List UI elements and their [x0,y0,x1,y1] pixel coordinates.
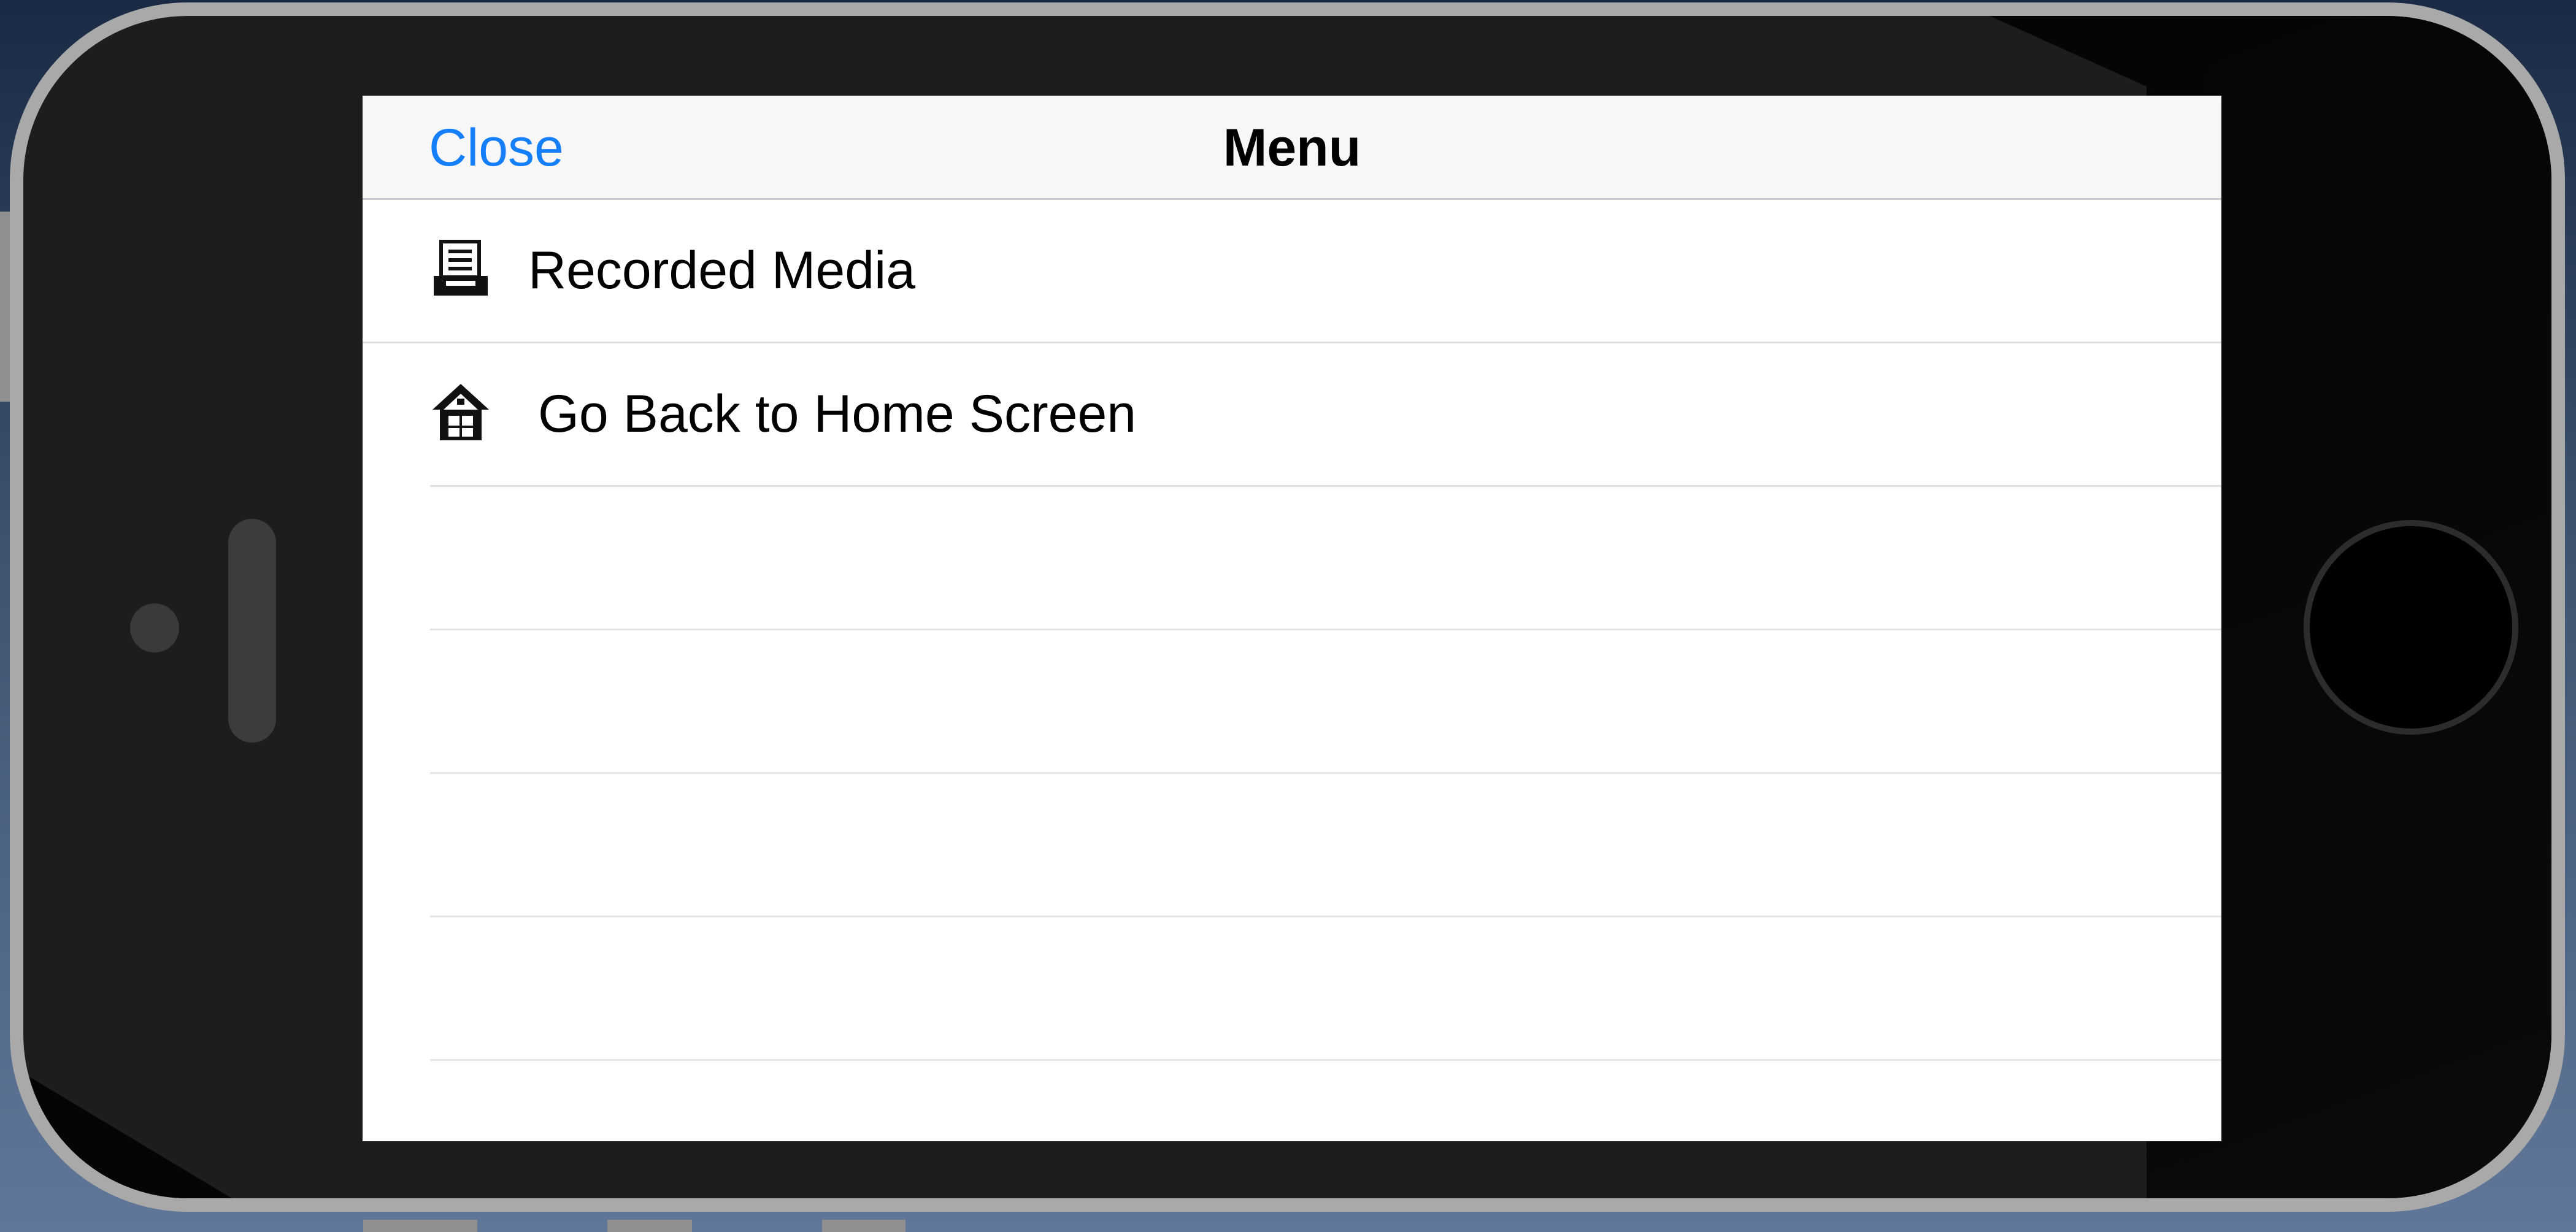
empty-row [430,487,2221,630]
empty-row [430,630,2221,774]
page-title: Menu [1223,118,1361,177]
menu-item-label: Go Back to Home Screen [538,385,1137,443]
home-button[interactable] [2304,520,2518,735]
menu-item-label: Recorded Media [528,241,916,300]
empty-row [430,774,2221,917]
navigation-bar: Menu Close [363,96,2221,200]
device-side-button [363,1220,477,1232]
menu-item-home-screen[interactable]: Go Back to Home Screen [430,343,2221,487]
app-screen: Menu Close Recorded Media Go Back to Hom… [363,96,2221,1141]
earpiece-speaker [228,519,276,743]
front-camera [130,603,179,652]
menu-list: Recorded Media Go Back to Home Screen [363,200,2221,1061]
close-button[interactable]: Close [429,96,564,200]
media-archive-icon [434,240,488,296]
device-side-button [822,1220,905,1232]
device-side-button [607,1220,692,1232]
home-icon [433,384,489,440]
empty-row [430,917,2221,1061]
menu-item-recorded-media[interactable]: Recorded Media [363,200,2221,343]
device-volume-button [0,212,10,402]
